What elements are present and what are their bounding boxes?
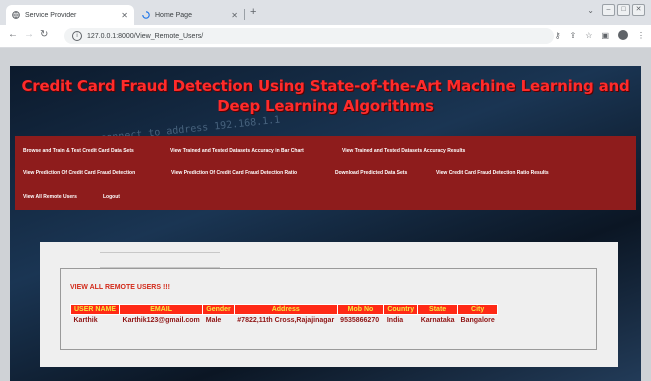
globe-icon — [12, 11, 20, 19]
cell-state: Karnataka — [420, 317, 455, 324]
key-icon[interactable]: ⚷ — [555, 31, 561, 40]
menu-accuracy-results[interactable]: View Trained and Tested Datasets Accurac… — [342, 148, 465, 154]
maximize-button[interactable]: □ — [617, 4, 630, 16]
side-panel-icon[interactable]: ▣ — [601, 31, 609, 40]
bookmark-star-icon[interactable]: ☆ — [585, 31, 592, 40]
column-header-username: USER NAME — [69, 304, 121, 315]
remote-users-heading: VIEW ALL REMOTE USERS !!! — [70, 284, 170, 291]
menu-prediction[interactable]: View Prediction Of Credit Card Fraud Det… — [23, 170, 135, 176]
cell-gender: Male — [205, 317, 222, 324]
tab-close-icon[interactable]: ✕ — [231, 11, 238, 20]
menu-prediction-ratio[interactable]: View Prediction Of Credit Card Fraud Det… — [171, 170, 297, 176]
menu-ratio-results[interactable]: View Credit Card Fraud Detection Ratio R… — [436, 170, 549, 176]
loading-icon — [142, 11, 150, 19]
browser-tab-strip: Service Provider ✕ Home Page ✕ + ⌄ – □ ✕ — [0, 0, 651, 25]
browser-toolbar: ← → ↻ i 127.0.0.1:8000/View_Remote_Users… — [0, 25, 651, 48]
cell-country: India — [386, 317, 404, 324]
forward-icon[interactable]: → — [24, 29, 34, 40]
tab-title: Service Provider — [25, 11, 77, 19]
tab-separator — [244, 9, 245, 20]
toolbar-icons: ⚷ ⇪ ☆ ▣ ⋮ — [555, 30, 645, 40]
menu-view-remote-users[interactable]: View All Remote Users — [23, 194, 77, 200]
cell-address: #7822,11th Cross,Rajajinagar — [237, 317, 335, 324]
column-header-email: EMAIL — [119, 304, 204, 315]
back-icon[interactable]: ← — [8, 29, 18, 40]
tab-close-icon[interactable]: ✕ — [121, 11, 128, 20]
column-header-mobile: Mob No — [336, 304, 385, 315]
profile-avatar[interactable] — [618, 30, 628, 40]
more-menu-icon[interactable]: ⋮ — [637, 31, 645, 40]
cell-mobile: 9535866270 — [340, 317, 380, 324]
page-viewport: connect to address 192.168.1.1 Credit Ca… — [0, 48, 651, 381]
menu-download-predicted[interactable]: Download Predicted Data Sets — [335, 170, 407, 176]
column-header-gender: Gender — [202, 304, 235, 315]
address-bar[interactable]: i 127.0.0.1:8000/View_Remote_Users/ — [64, 28, 554, 44]
url-text: 127.0.0.1:8000/View_Remote_Users/ — [87, 32, 204, 40]
tab-home-page[interactable]: Home Page ✕ — [136, 5, 244, 25]
menu-accuracy-bar-chart[interactable]: View Trained and Tested Datasets Accurac… — [170, 148, 304, 154]
reload-icon[interactable]: ↻ — [40, 29, 48, 40]
minimize-button[interactable]: – — [602, 4, 615, 16]
column-header-country: Country — [383, 304, 419, 315]
window-controls: ⌄ – □ ✕ — [587, 4, 645, 16]
close-window-button[interactable]: ✕ — [632, 4, 645, 16]
menu-logout[interactable]: Logout — [103, 194, 120, 200]
cell-city: Bangalore — [460, 317, 495, 324]
cell-email: Karthik123@gmail.com — [122, 317, 200, 324]
site-info-icon[interactable]: i — [72, 31, 82, 41]
tab-service-provider[interactable]: Service Provider ✕ — [6, 5, 134, 25]
divider — [100, 252, 220, 253]
page-title: Credit Card Fraud Detection Using State-… — [21, 77, 630, 115]
column-header-city: City — [457, 304, 499, 315]
tab-title: Home Page — [155, 11, 192, 19]
share-icon[interactable]: ⇪ — [570, 31, 577, 40]
table-header-row: USER NAME EMAIL Gender Address Mob No Co… — [69, 304, 499, 315]
column-header-address: Address — [233, 304, 338, 315]
new-tab-button[interactable]: + — [250, 6, 256, 18]
cell-username: Karthik — [73, 317, 98, 324]
remote-users-table: USER NAME EMAIL Gender Address Mob No Co… — [69, 304, 499, 327]
tab-search-icon[interactable]: ⌄ — [587, 6, 594, 15]
table-row: Karthik Karthik123@gmail.com Male #7822,… — [71, 315, 498, 327]
column-header-state: State — [417, 304, 459, 315]
menu-browse-train-test[interactable]: Browse and Train & Test Credit Card Data… — [23, 148, 134, 154]
main-menu: Browse and Train & Test Credit Card Data… — [15, 136, 636, 210]
